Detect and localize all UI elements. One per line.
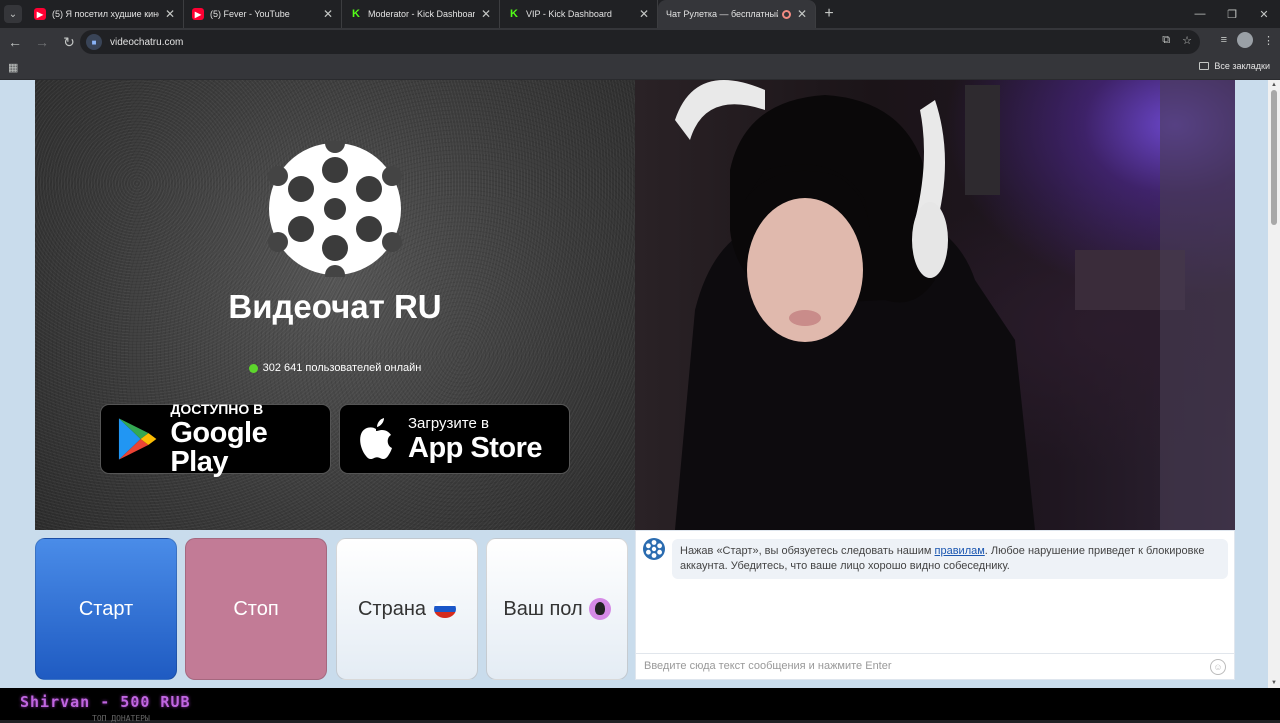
tab-title: Чат Рулетка — бесплатный bbox=[666, 9, 778, 19]
bookmark-star-icon[interactable]: ☆ bbox=[1182, 34, 1192, 47]
rules-link[interactable]: правилам bbox=[935, 545, 985, 557]
tab-2[interactable]: ▶ (5) Fever - YouTube ✕ bbox=[184, 0, 342, 28]
site-info-icon[interactable]: ■ bbox=[86, 34, 102, 50]
chat-controls: Старт Стоп Страна Ваш пол bbox=[35, 538, 628, 680]
minimize-icon[interactable]: — bbox=[1184, 0, 1216, 28]
stop-label: Стоп bbox=[233, 597, 279, 620]
tab-1[interactable]: ▶ (5) Я посетил худшие кинотеатр ✕ bbox=[26, 0, 184, 28]
app-store-big-text: App Store bbox=[408, 431, 543, 464]
youtube-icon: ▶ bbox=[34, 8, 46, 20]
tab-search-button[interactable]: ⌄ bbox=[0, 0, 26, 28]
bookmarks-bar: ▦ Все закладки bbox=[0, 56, 1280, 80]
tab-4[interactable]: K VIP - Kick Dashboard ✕ bbox=[500, 0, 658, 28]
tab-title: (5) Я посетил худшие кинотеатр bbox=[52, 9, 159, 19]
profile-avatar[interactable] bbox=[1237, 32, 1253, 48]
country-button[interactable]: Страна bbox=[336, 538, 478, 680]
page-viewport: Видеочат RU 302 641 пользователей онлайн… bbox=[0, 80, 1280, 688]
online-counter: 302 641 пользователей онлайн bbox=[35, 362, 635, 374]
folder-icon bbox=[1199, 62, 1210, 70]
forward-icon[interactable]: → bbox=[30, 30, 54, 54]
url-text[interactable]: videochatru.com bbox=[110, 37, 183, 48]
recording-icon bbox=[781, 9, 791, 19]
address-bar[interactable]: ■ videochatru.com ⧉ ☆ bbox=[80, 30, 1200, 54]
text-chat-panel: Нажав «Старт», вы обязуетесь следовать н… bbox=[635, 530, 1235, 680]
stream-overlay: Shirvan - 500 RUB ТОП ДОНАТЕРЫ bbox=[0, 688, 1280, 723]
tab-5-active[interactable]: ✻ Чат Рулетка — бесплатный ✕ bbox=[658, 0, 816, 28]
close-icon[interactable]: ✕ bbox=[639, 7, 649, 21]
start-button[interactable]: Старт bbox=[35, 538, 177, 680]
gender-button[interactable]: Ваш пол bbox=[486, 538, 628, 680]
close-icon[interactable]: ✕ bbox=[797, 7, 807, 21]
local-video-panel: Видеочат RU 302 641 пользователей онлайн… bbox=[35, 80, 635, 530]
google-play-icon bbox=[118, 418, 157, 460]
media-controls-icon[interactable]: ≡ bbox=[1221, 34, 1227, 46]
tab-strip: ⌄ ▶ (5) Я посетил худшие кинотеатр ✕ ▶ (… bbox=[0, 0, 1280, 28]
revolver-cylinder-logo bbox=[268, 141, 402, 277]
gender-avatar-icon bbox=[588, 598, 611, 620]
close-icon[interactable]: ✕ bbox=[165, 7, 175, 21]
reload-icon[interactable]: ↻ bbox=[57, 30, 81, 54]
youtube-icon: ▶ bbox=[192, 8, 204, 20]
page-scrollbar[interactable]: ▲ ▼ bbox=[1268, 80, 1280, 688]
russia-flag-icon bbox=[434, 600, 457, 618]
apple-icon bbox=[360, 418, 392, 460]
new-tab-button[interactable]: + bbox=[816, 5, 842, 23]
country-label: Страна bbox=[357, 597, 427, 620]
install-app-icon[interactable]: ⧉ bbox=[1162, 34, 1170, 47]
chevron-down-icon: ⌄ bbox=[4, 5, 22, 23]
scroll-up-arrow-icon[interactable]: ▲ bbox=[1270, 82, 1278, 88]
app-store-button[interactable]: Загрузите в App Store bbox=[339, 404, 570, 474]
donation-alert: Shirvan - 500 RUB bbox=[20, 693, 191, 711]
kick-icon: K bbox=[510, 8, 518, 20]
back-icon[interactable]: ← bbox=[3, 30, 27, 54]
close-window-icon[interactable]: ✕ bbox=[1248, 0, 1280, 28]
google-play-small-text: ДОСТУПНО В bbox=[170, 400, 264, 417]
tab-title: (5) Fever - YouTube bbox=[210, 9, 290, 19]
google-play-big-text: Google Play bbox=[170, 416, 268, 478]
app-store-small-text: Загрузите в bbox=[408, 414, 489, 432]
window-controls: — ❐ ✕ bbox=[1184, 0, 1280, 28]
scroll-down-arrow-icon[interactable]: ▼ bbox=[1270, 680, 1278, 686]
tab-title: VIP - Kick Dashboard bbox=[526, 9, 612, 19]
tab-3[interactable]: K Moderator - Kick Dashboard ✕ bbox=[342, 0, 500, 28]
message-input[interactable]: Введите сюда текст сообщения и нажмите E… bbox=[636, 653, 1234, 679]
scroll-thumb[interactable] bbox=[1271, 90, 1277, 225]
stop-button[interactable]: Стоп bbox=[185, 538, 327, 680]
tab-title: Moderator - Kick Dashboard bbox=[368, 9, 475, 19]
restore-icon[interactable]: ❐ bbox=[1216, 0, 1248, 28]
online-status-dot bbox=[248, 363, 258, 373]
all-bookmarks-label: Все закладки bbox=[1214, 61, 1270, 71]
close-icon[interactable]: ✕ bbox=[323, 7, 333, 21]
brand-title: Видеочат RU bbox=[228, 288, 442, 325]
message-prefix: Нажав «Старт», вы обязуетесь следовать н… bbox=[680, 545, 935, 557]
close-icon[interactable]: ✕ bbox=[481, 7, 491, 21]
system-bot-icon bbox=[643, 538, 665, 560]
gender-label: Ваш пол bbox=[503, 597, 583, 620]
emoji-icon[interactable]: ☺ bbox=[1210, 659, 1226, 675]
remote-person-video bbox=[675, 80, 1235, 530]
browser-toolbar: ← → ↻ ■ videochatru.com ⧉ ☆ ≡ ⋮ bbox=[0, 28, 1280, 56]
menu-kebab-icon[interactable]: ⋮ bbox=[1263, 34, 1274, 47]
start-label: Старт bbox=[78, 597, 134, 620]
system-message: Нажав «Старт», вы обязуетесь следовать н… bbox=[672, 539, 1228, 579]
overlay-subtitle: ТОП ДОНАТЕРЫ bbox=[92, 714, 150, 723]
message-input-placeholder: Введите сюда текст сообщения и нажмите E… bbox=[644, 660, 892, 672]
remote-video-panel bbox=[635, 80, 1235, 530]
google-play-button[interactable]: ДОСТУПНО В Google Play bbox=[100, 400, 331, 478]
kick-icon: K bbox=[352, 8, 360, 20]
all-bookmarks-button[interactable]: Все закладки bbox=[1199, 61, 1270, 71]
online-count-text: 302 641 пользователей онлайн bbox=[262, 362, 422, 374]
apps-grid-icon[interactable]: ▦ bbox=[8, 61, 18, 74]
